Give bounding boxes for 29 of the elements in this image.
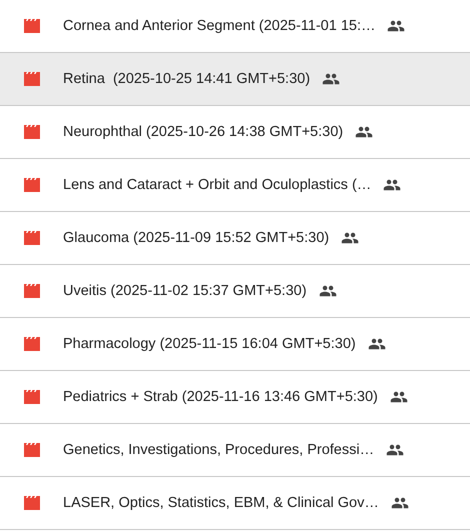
file-title: Pharmacology (2025-11-15 16:04 GMT+5:30) (63, 336, 356, 352)
file-row[interactable]: Glaucoma (2025-11-09 15:52 GMT+5:30) (0, 212, 470, 265)
file-row[interactable]: Lens and Cataract + Orbit and Oculoplastics (… (0, 159, 470, 212)
file-title: LASER, Optics, Statistics, EBM, & Clinical Gov… (63, 495, 379, 511)
file-title: Lens and Cataract + Orbit and Oculoplastics (… (63, 177, 372, 193)
file-row[interactable]: Pediatrics + Strab (2025-11-16 13:46 GMT+5:30) (0, 371, 470, 424)
video-file-icon (23, 336, 41, 352)
file-title: Uveitis (2025-11-02 15:37 GMT+5:30) (63, 283, 307, 299)
video-file-icon (23, 283, 41, 299)
file-row[interactable]: Pharmacology (2025-11-15 16:04 GMT+5:30) (0, 318, 470, 371)
video-file-icon (23, 18, 41, 34)
video-file-icon (23, 495, 41, 511)
file-row[interactable]: Neurophthal (2025-10-26 14:38 GMT+5:30) (0, 106, 470, 159)
file-row[interactable]: LASER, Optics, Statistics, EBM, & Clinical Gov… (0, 477, 470, 530)
file-row[interactable]: Retina (2025-10-25 14:41 GMT+5:30) (0, 53, 470, 106)
file-row[interactable]: Genetics, Investigations, Procedures, Professi… (0, 424, 470, 477)
video-file-icon (23, 230, 41, 246)
file-title: Glaucoma (2025-11-09 15:52 GMT+5:30) (63, 230, 330, 246)
file-row[interactable]: Uveitis (2025-11-02 15:37 GMT+5:30) (0, 265, 470, 318)
file-title: Retina (2025-10-25 14:41 GMT+5:30) (63, 71, 310, 87)
video-file-icon (23, 177, 41, 193)
video-file-icon (23, 389, 41, 405)
video-file-icon (23, 124, 41, 140)
video-file-icon (23, 71, 41, 87)
file-title: Genetics, Investigations, Procedures, Professi… (63, 442, 374, 458)
file-title: Cornea and Anterior Segment (2025-11-01 15:… (63, 18, 376, 34)
video-file-icon (23, 442, 41, 458)
file-title: Neurophthal (2025-10-26 14:38 GMT+5:30) (63, 124, 344, 140)
file-title: Pediatrics + Strab (2025-11-16 13:46 GMT+5:30) (63, 389, 378, 405)
